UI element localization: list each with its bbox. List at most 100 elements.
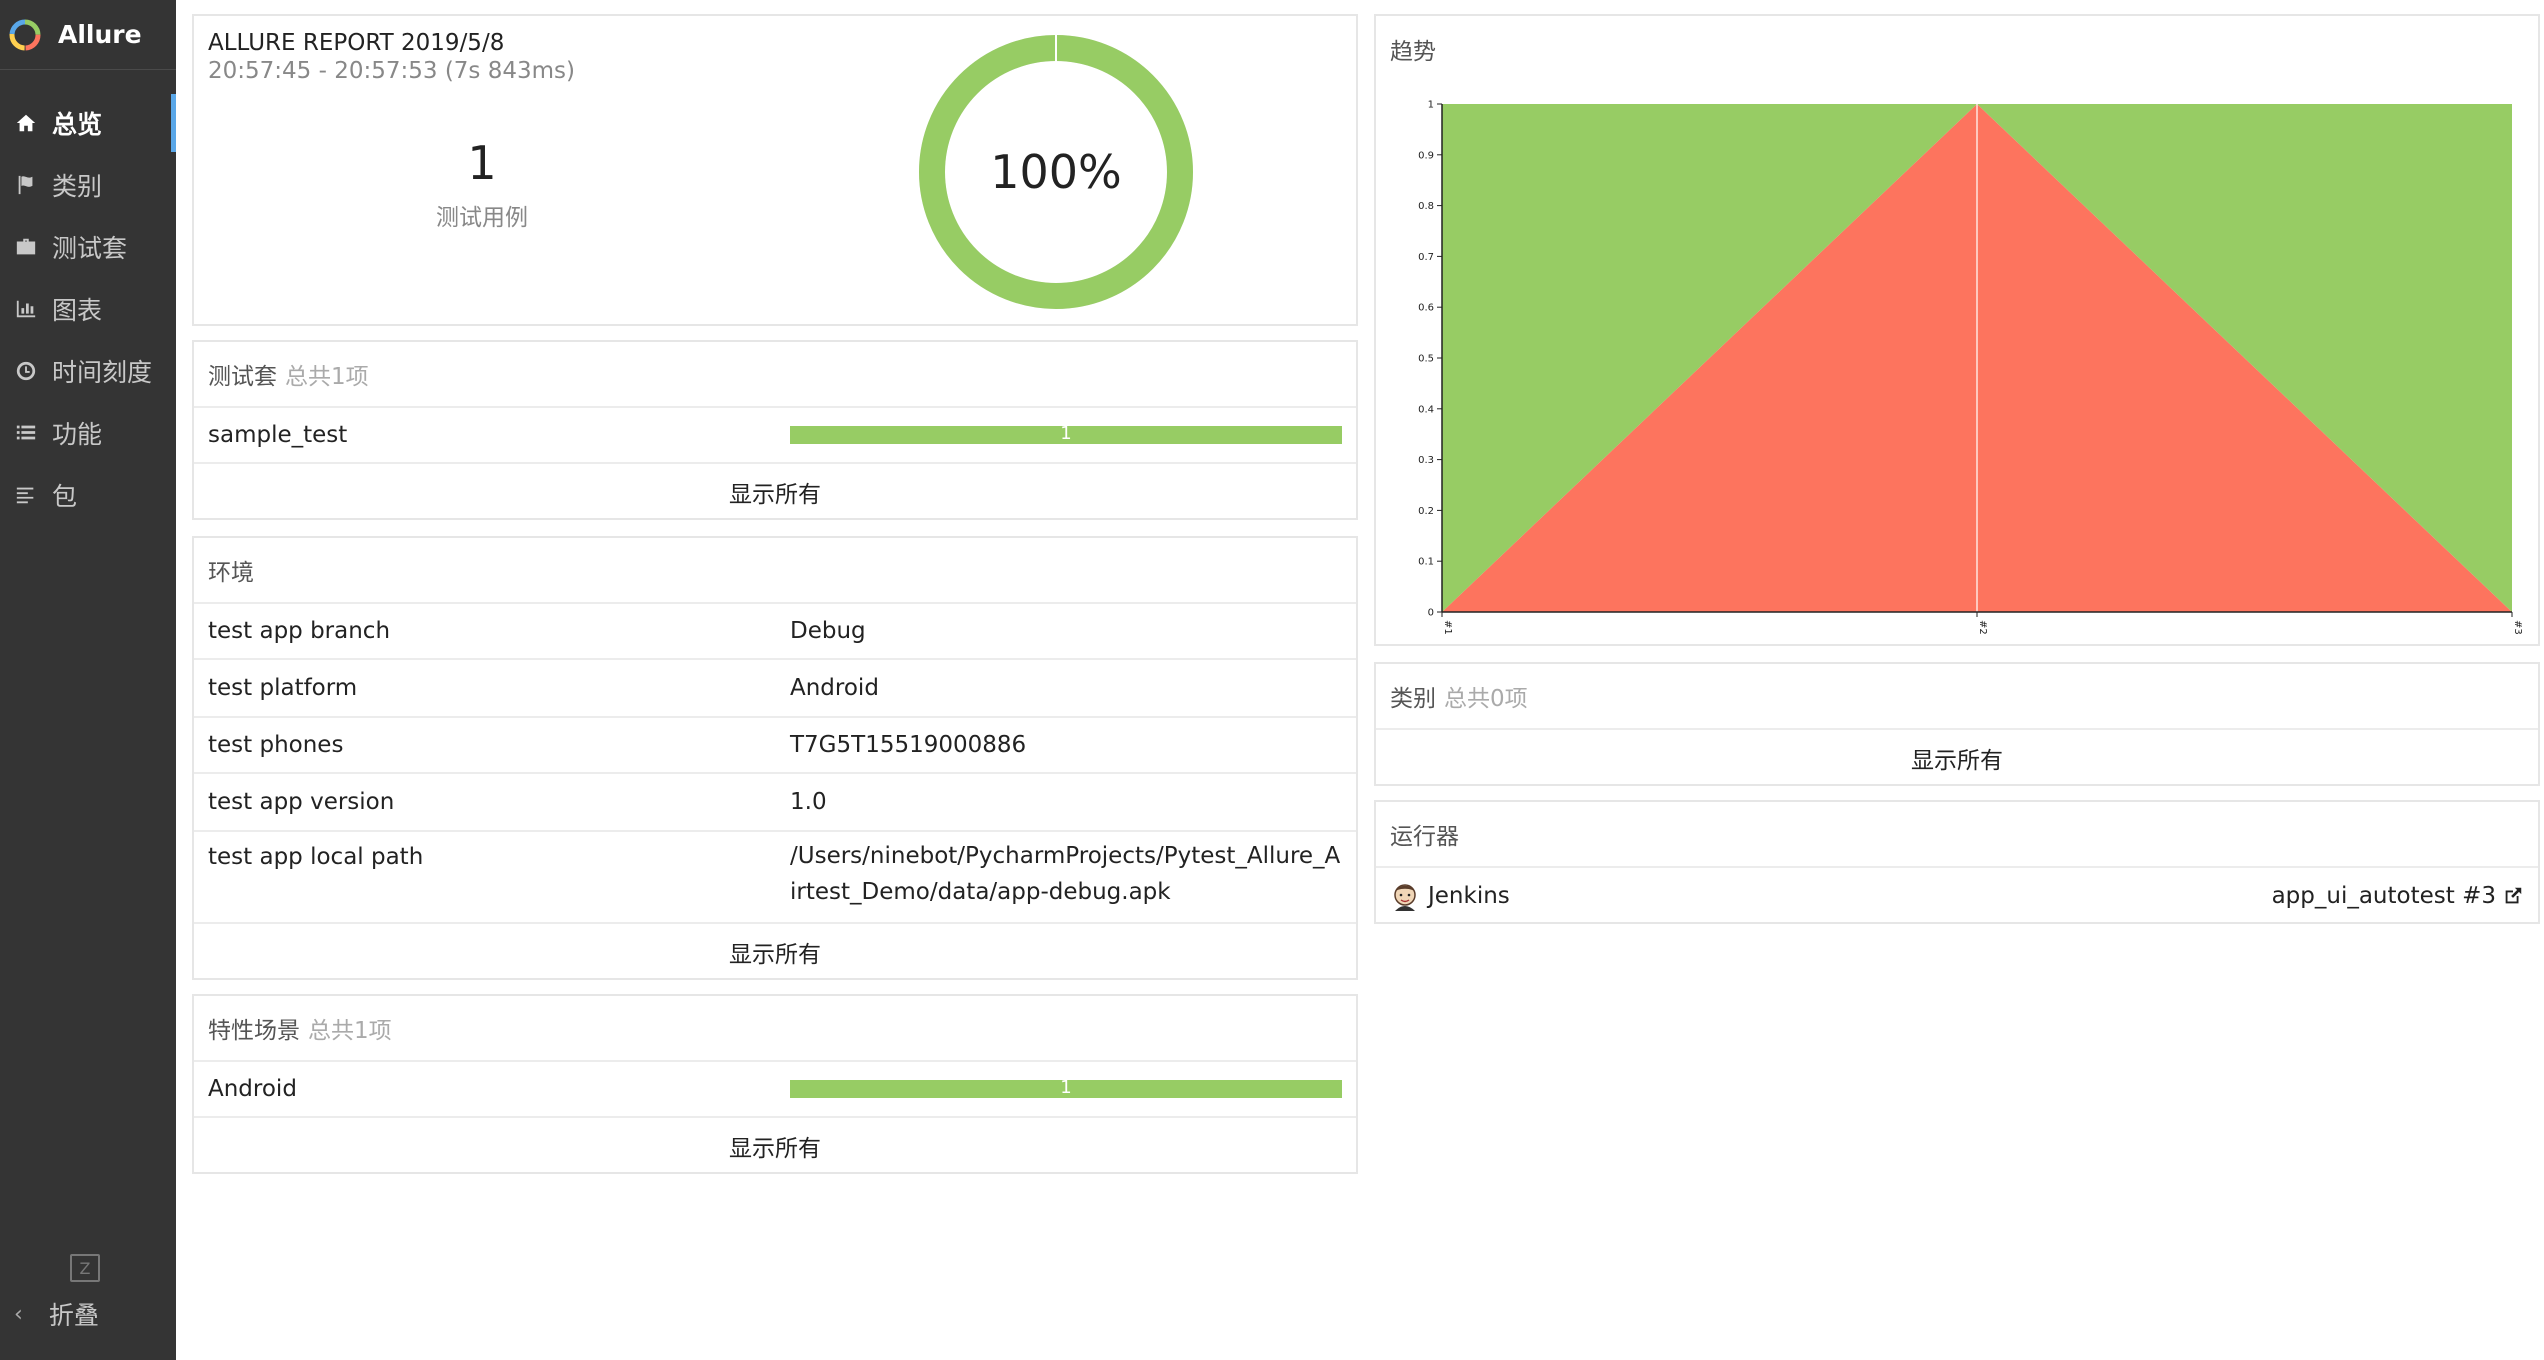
env-key: test app version <box>208 789 395 815</box>
pass-rate-percent: 100% <box>990 145 1122 199</box>
sidebar-item-label: 类别 <box>52 172 103 201</box>
env-value: T7G5T15519000886 <box>790 732 1027 758</box>
allure-logo-icon <box>9 19 41 50</box>
collapse-label: 折叠 <box>48 1301 99 1330</box>
sidebar-item-suites[interactable]: 测试套 <box>0 216 176 278</box>
env-value: 1.0 <box>790 789 827 815</box>
sidebar-item-timeline[interactable]: 时间刻度 <box>0 340 176 402</box>
trend-chart[interactable]: 0 0.1 0.2 0.3 0.4 0.5 0.6 0.7 0.8 0.9 1 #1 #2 #3 <box>1376 82 2538 642</box>
env-key: test phones <box>208 732 344 758</box>
sidebar-item-label: 时间刻度 <box>52 358 153 387</box>
trend-y-tick-label: 0.3 <box>1418 455 1434 466</box>
trend-widget: 趋势 0 0.1 0.2 0.3 0.4 0.5 0.6 0.7 0.8 0.9 1 #1 #2 #3 <box>1374 14 2540 646</box>
sidebar-item-label: 功能 <box>52 420 103 449</box>
suite-status-bar: 1 <box>790 423 1342 444</box>
chevron-left-icon: ‹ <box>14 1301 23 1327</box>
trend-y-tick-label: 0.1 <box>1418 557 1434 568</box>
trend-y-tick-label: 0.8 <box>1418 201 1434 212</box>
clock-icon <box>14 359 38 383</box>
features-show-all-link[interactable]: 显示所有 <box>194 1118 1356 1174</box>
table-row[interactable]: Android 1 <box>194 1062 1356 1118</box>
report-title: ALLURE REPORT 2019/5/8 <box>208 30 505 56</box>
language-toggle-icon[interactable]: Z <box>70 1254 100 1282</box>
table-row: test app branch Debug <box>194 604 1356 660</box>
environment-widget: 环境 test app branch Debug test platform A… <box>192 536 1358 980</box>
trend-y-tick-label: 0.9 <box>1418 150 1434 161</box>
trend-header: 趋势 <box>1376 16 2538 82</box>
test-case-count: 1 <box>467 136 497 190</box>
trend-y-tick-label: 1 <box>1428 100 1434 111</box>
executors-title: 运行器 <box>1390 824 1459 850</box>
brand[interactable]: Allure <box>0 0 176 70</box>
executor-name: Jenkins <box>1428 883 1510 909</box>
trend-y-tick-label: 0.5 <box>1418 354 1434 365</box>
suites-header: 测试套 总共1项 <box>194 342 1356 408</box>
summary-widget: ALLURE REPORT 2019/5/8 20:57:45 - 20:57:… <box>192 14 1358 326</box>
pass-rate-donut[interactable]: 100% <box>916 32 1196 312</box>
env-key: test app branch <box>208 618 391 644</box>
suites-widget: 测试套 总共1项 sample_test 1 显示所有 <box>192 340 1358 520</box>
brand-name: Allure <box>58 20 142 49</box>
environment-title: 环境 <box>208 560 254 586</box>
trend-x-tick-label: #3 <box>2512 620 2523 635</box>
trend-x-tick-label: #1 <box>1442 620 1453 635</box>
categories-widget: 类别 总共0项 显示所有 <box>1374 662 2540 786</box>
home-icon <box>14 111 38 135</box>
table-row: test app local path /Users/ninebot/Pycha… <box>194 832 1356 924</box>
table-row: test app version 1.0 <box>194 774 1356 832</box>
environment-show-all-link[interactable]: 显示所有 <box>194 924 1356 980</box>
features-title: 特性场景 <box>208 1018 300 1044</box>
executors-widget: 运行器 Jenkins app_ui_autotest #3 <box>1374 800 2540 924</box>
sidebar-item-overview[interactable]: 总览 <box>0 92 176 154</box>
executors-header: 运行器 <box>1376 802 2538 868</box>
trend-y-tick-label: 0.7 <box>1418 252 1434 263</box>
trend-x-tick-label: #2 <box>1977 620 1988 635</box>
executor-build-link[interactable]: app_ui_autotest #3 <box>2272 883 2524 909</box>
env-key: test app local path <box>208 844 424 870</box>
list-icon <box>14 421 38 445</box>
sidebar-item-label: 图表 <box>52 296 103 325</box>
features-header: 特性场景 总共1项 <box>194 996 1356 1062</box>
feature-status-bar: 1 <box>790 1077 1342 1098</box>
env-value: Debug <box>790 618 866 644</box>
env-key: test platform <box>208 675 358 701</box>
table-row: test platform Android <box>194 660 1356 718</box>
sidebar-item-label: 测试套 <box>52 234 128 263</box>
features-total: 总共1项 <box>308 1018 392 1044</box>
align-left-icon <box>14 483 38 507</box>
sidebar-nav: 总览 类别 测试套 图表 时间刻度 功能 包 <box>0 92 176 526</box>
sidebar-item-graphs[interactable]: 图表 <box>0 278 176 340</box>
trend-title: 趋势 <box>1390 39 1436 65</box>
suites-title: 测试套 <box>208 364 277 390</box>
feature-name: Android <box>208 1076 297 1102</box>
report-time: 20:57:45 - 20:57:53 (7s 843ms) <box>208 58 575 84</box>
sidebar-item-behaviors[interactable]: 功能 <box>0 402 176 464</box>
sidebar: Allure 总览 类别 测试套 图表 时间刻度 功能 包 Z ‹ 折叠 <box>0 0 176 1360</box>
env-value: Android <box>790 675 879 701</box>
categories-total: 总共0项 <box>1444 686 1528 712</box>
suites-show-all-link[interactable]: 显示所有 <box>194 464 1356 520</box>
categories-title: 类别 <box>1390 686 1436 712</box>
env-value: /Users/ninebot/PycharmProjects/Pytest_Al… <box>790 843 1341 905</box>
categories-show-all-link[interactable]: 显示所有 <box>1376 730 2538 786</box>
trend-y-tick-label: 0 <box>1428 608 1434 619</box>
executor-build-label: app_ui_autotest #3 <box>2271 883 2496 909</box>
sidebar-item-label: 包 <box>52 482 78 511</box>
briefcase-icon <box>14 235 38 259</box>
trend-y-tick-label: 0.2 <box>1418 506 1434 517</box>
table-row[interactable]: sample_test 1 <box>194 408 1356 464</box>
external-link-icon <box>2505 887 2522 904</box>
sidebar-item-packages[interactable]: 包 <box>0 464 176 526</box>
trend-y-tick-label: 0.6 <box>1418 303 1434 314</box>
bar-chart-icon <box>14 297 38 321</box>
trend-y-tick-label: 0.4 <box>1418 404 1434 415</box>
sidebar-item-label: 总览 <box>52 110 103 139</box>
sidebar-item-categories[interactable]: 类别 <box>0 154 176 216</box>
collapse-button[interactable]: ‹ 折叠 <box>14 1294 99 1334</box>
environment-header: 环境 <box>194 538 1356 604</box>
categories-header: 类别 总共0项 <box>1376 664 2538 730</box>
table-row: test phones T7G5T15519000886 <box>194 718 1356 774</box>
flag-icon <box>14 173 38 197</box>
jenkins-icon <box>1394 884 1416 911</box>
table-row: Jenkins app_ui_autotest #3 <box>1376 868 2538 924</box>
